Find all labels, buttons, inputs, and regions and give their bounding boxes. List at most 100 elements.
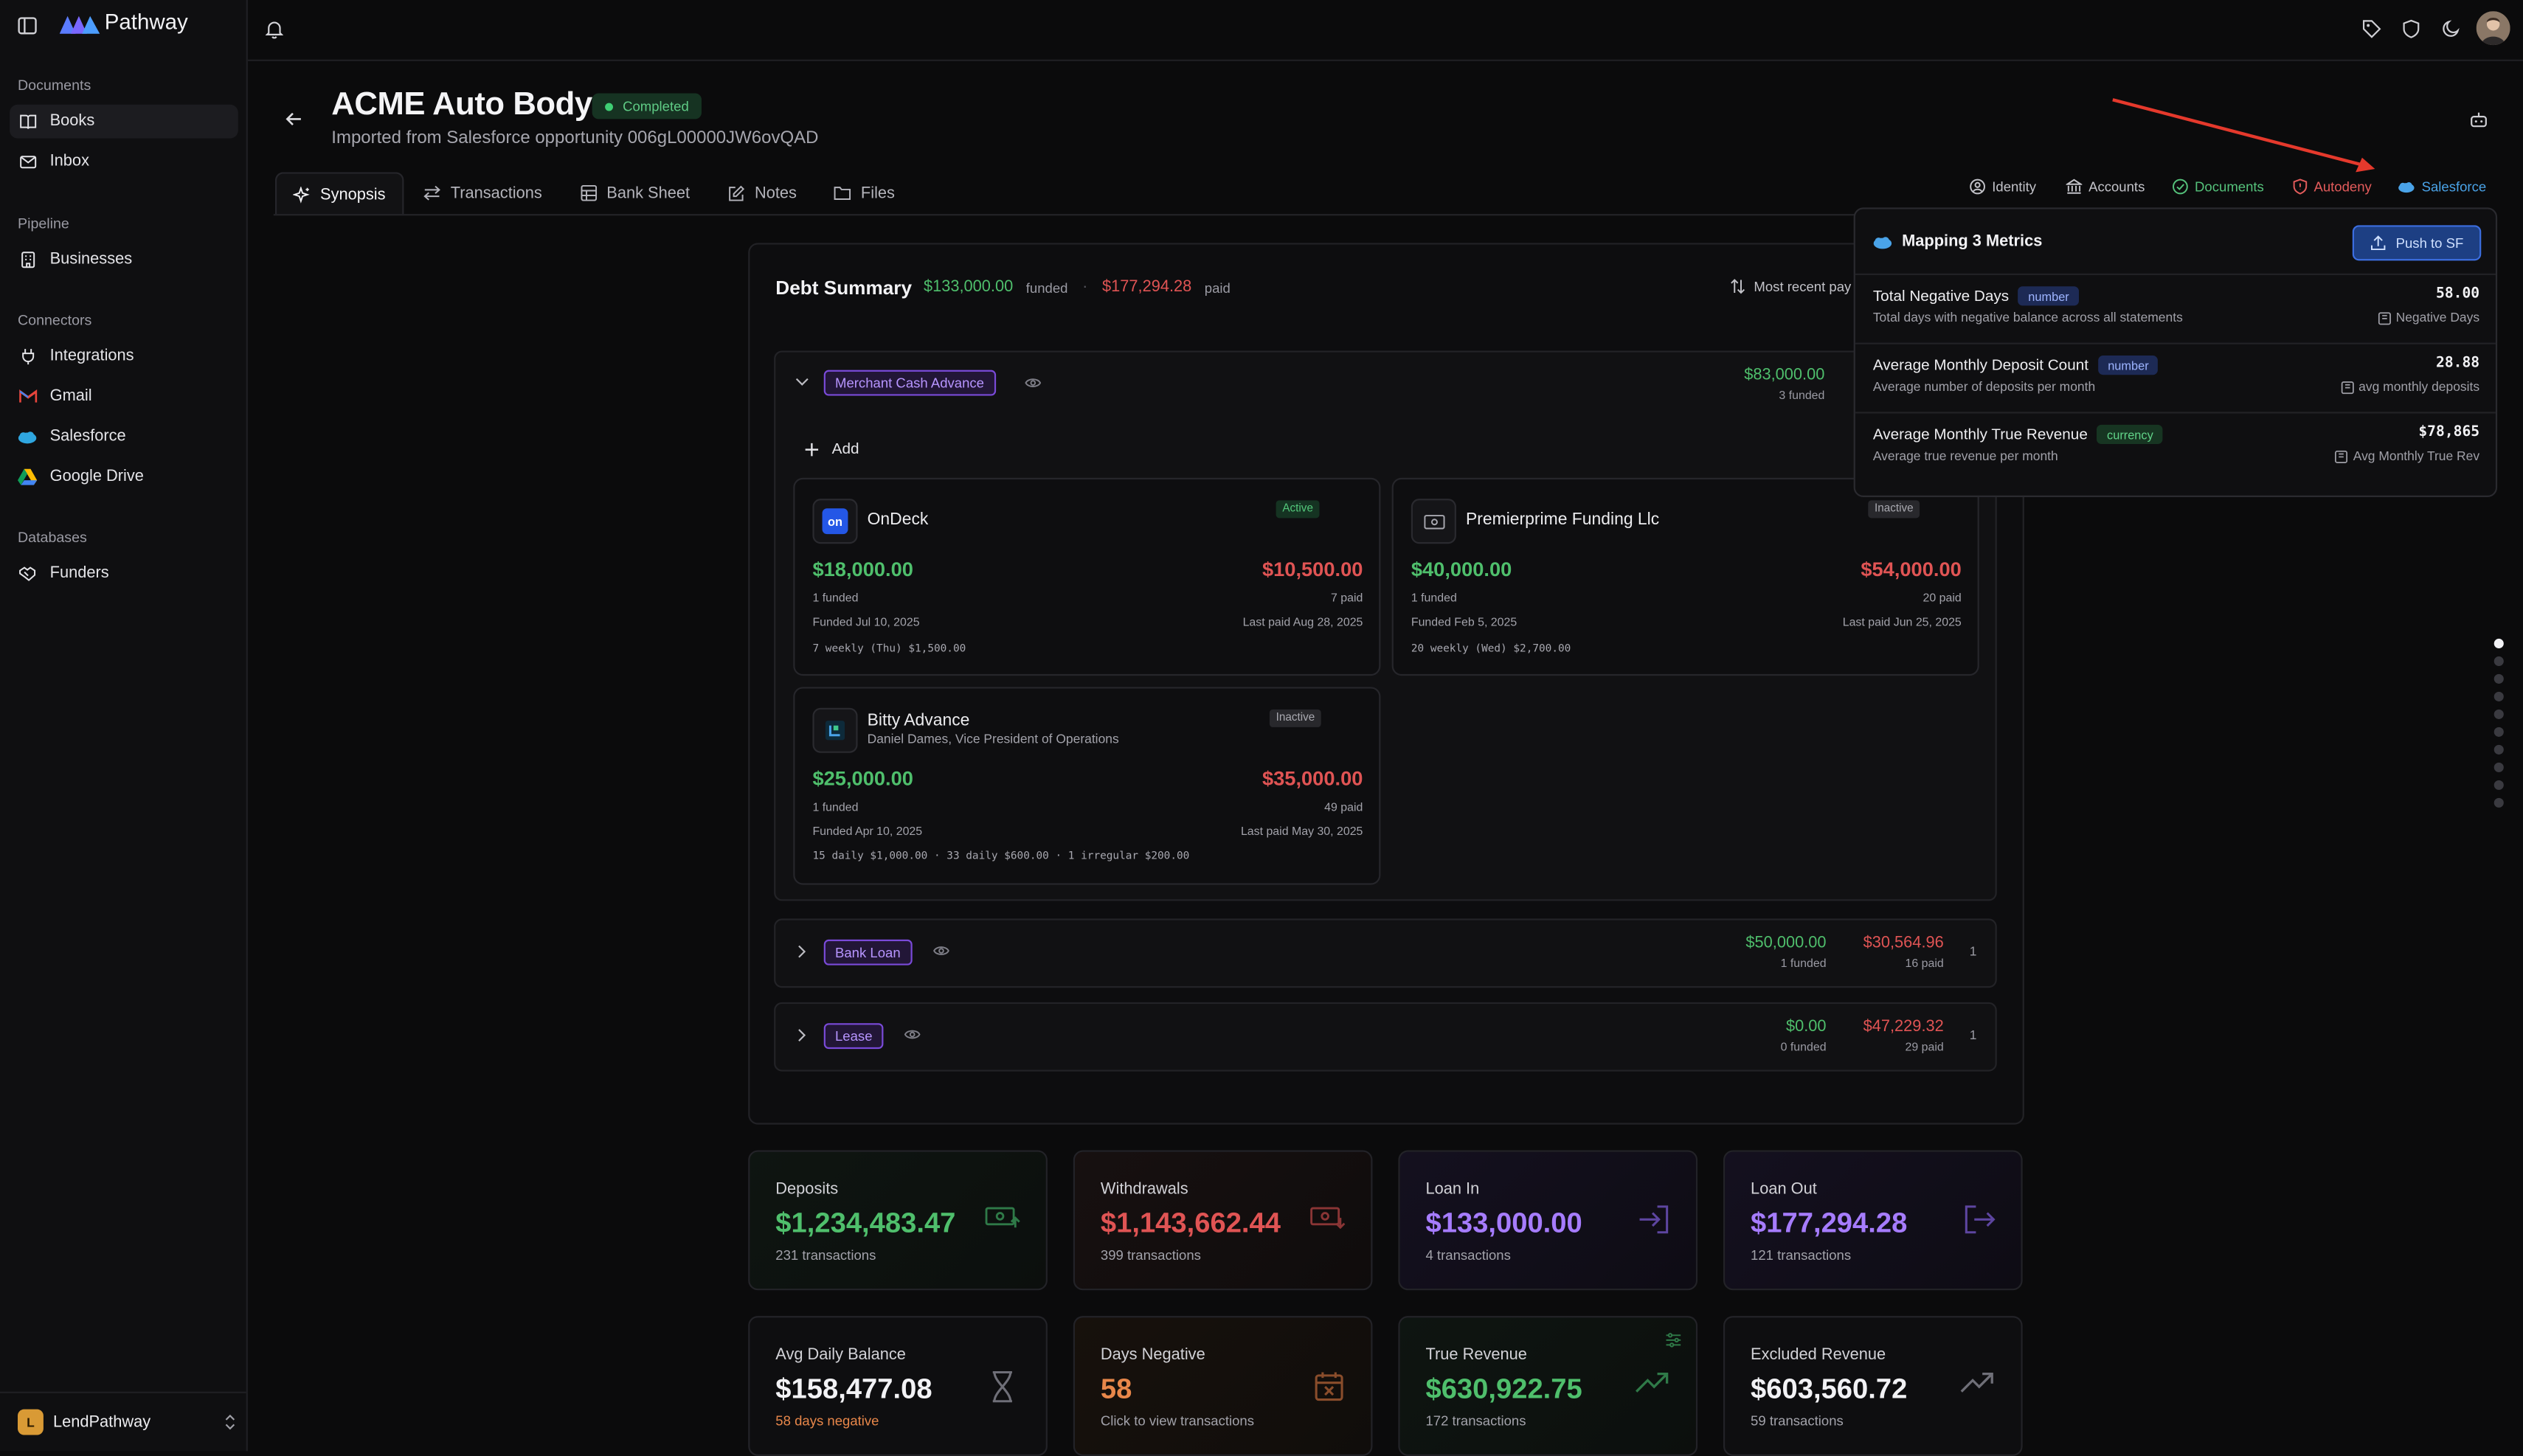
group-paid-sub: 29 paid — [1905, 1039, 1944, 1054]
stat-value: $177,294.28 — [1751, 1206, 1908, 1239]
chevron-right-icon[interactable] — [797, 944, 808, 959]
metric-sf-field: Negative Days — [2395, 310, 2480, 325]
stat-card-deposits[interactable]: Deposits $1,234,483.47 231 transactions — [748, 1150, 1048, 1291]
group-paid-summary: $47,229.32 29 paid — [1834, 1018, 1944, 1054]
sidebar-toggle-icon[interactable] — [18, 16, 37, 35]
stat-card-withdrawals[interactable]: Withdrawals $1,143,662.44 399 transactio… — [1073, 1150, 1373, 1291]
robot-icon[interactable] — [2470, 111, 2488, 128]
metric-row[interactable]: Average Monthly True Revenue currency Ave… — [1855, 412, 2496, 482]
funder-funded-date: Funded Apr 10, 2025 — [812, 823, 923, 839]
ondeck-logo: on — [812, 499, 858, 544]
pager-dot[interactable] — [2493, 638, 2504, 648]
plus-icon — [805, 443, 820, 457]
separator-dot: · — [1082, 278, 1088, 297]
group-funded-summary: $50,000.00 1 funded — [1706, 935, 1826, 970]
eye-icon[interactable] — [933, 944, 949, 957]
moon-icon[interactable] — [2443, 19, 2460, 37]
funder-card-premierprime[interactable]: Premierprime Funding Llc Inactive $40,00… — [1391, 477, 1979, 676]
funder-last-paid: Last paid May 30, 2025 — [1240, 823, 1363, 839]
stat-card-loan-in[interactable]: Loan In $133,000.00 4 transactions — [1398, 1150, 1698, 1291]
stat-card-excluded-revenue[interactable]: Excluded Revenue $603,560.72 59 transact… — [1723, 1316, 2023, 1456]
tab-transactions[interactable]: Transactions — [423, 172, 542, 214]
metric-row[interactable]: Total Negative Days number Total days wit… — [1855, 273, 2496, 344]
stat-card-true-revenue[interactable]: True Revenue $630,922.75 172 transaction… — [1398, 1316, 1698, 1456]
right-tab-label: Autodeny — [2313, 178, 2372, 195]
funder-paid-sub: 20 paid — [1922, 590, 1962, 606]
salesforce-icon — [2398, 181, 2415, 193]
group-funded: $0.00 — [1785, 1018, 1827, 1036]
sidebar-item-inbox[interactable]: Inbox — [10, 145, 238, 178]
sidebar-item-integrations[interactable]: Integrations — [10, 339, 238, 373]
stat-label: Excluded Revenue — [1751, 1346, 1886, 1365]
tab-bank-sheet[interactable]: Bank Sheet — [581, 172, 690, 214]
pager-dot[interactable] — [2493, 691, 2504, 701]
group-pill[interactable]: Merchant Cash Advance — [823, 370, 996, 396]
right-tab-documents[interactable]: Documents — [2173, 178, 2264, 195]
tab-label: Notes — [754, 184, 797, 202]
pager-dot[interactable] — [2493, 727, 2504, 737]
add-button[interactable]: Add — [805, 441, 859, 459]
funder-status: Active — [1276, 500, 1320, 519]
funder-funded: $40,000.00 — [1411, 558, 1512, 581]
funder-funded-sub: 1 funded — [812, 800, 859, 814]
stat-sub: 121 transactions — [1751, 1247, 1852, 1263]
pager-dot[interactable] — [2493, 673, 2504, 684]
eye-icon[interactable] — [1025, 376, 1042, 389]
sort-button[interactable]: Most recent pay — [1730, 278, 1851, 294]
bell-icon[interactable] — [265, 19, 283, 39]
group-pill[interactable]: Bank Loan — [823, 939, 912, 966]
tab-files[interactable]: Files — [834, 172, 895, 214]
sidebar-item-books[interactable]: Books — [10, 104, 238, 139]
sidebar-item-gmail[interactable]: Gmail — [10, 380, 238, 414]
eye-icon[interactable] — [904, 1028, 921, 1041]
org-name: LendPathway — [52, 1413, 151, 1432]
org-switcher[interactable]: L LendPathway — [17, 1407, 237, 1436]
right-tab-accounts[interactable]: Accounts — [2066, 178, 2145, 195]
log-in-icon — [1638, 1205, 1670, 1234]
sidebar-item-salesforce[interactable]: Salesforce — [10, 420, 238, 454]
pager-dot[interactable] — [2493, 797, 2504, 808]
stat-card-days-negative[interactable]: Days Negative 58 Click to view transacti… — [1073, 1316, 1373, 1456]
chevron-down-icon[interactable] — [795, 376, 809, 387]
sliders-icon[interactable] — [1665, 1332, 1681, 1348]
back-arrow-icon[interactable] — [285, 111, 302, 127]
pager-dot[interactable] — [2493, 709, 2504, 719]
sidebar-item-google-drive[interactable]: Google Drive — [10, 460, 238, 494]
funder-card-bitty-advance[interactable]: Bitty Advance Daniel Dames, Vice Preside… — [793, 687, 1381, 885]
right-tab-identity[interactable]: Identity — [1970, 178, 2036, 195]
pager-dot[interactable] — [2493, 780, 2504, 790]
group-pill[interactable]: Lease — [823, 1023, 884, 1050]
pager-dot[interactable] — [2493, 656, 2504, 666]
group-paid: $47,229.32 — [1863, 1018, 1944, 1036]
tag-icon[interactable] — [2362, 19, 2381, 38]
tab-notes[interactable]: Notes — [727, 172, 797, 214]
metric-row[interactable]: Average Monthly Deposit Count number Aver… — [1855, 342, 2496, 414]
funder-contact: Daniel Dames, Vice President of Operatio… — [867, 732, 1119, 747]
sidebar: Pathway Documents Books Inbox Pipeline B… — [0, 0, 248, 1452]
shield-icon[interactable] — [2402, 19, 2420, 38]
tab-divider — [273, 214, 2015, 216]
field-icon — [2341, 381, 2354, 394]
tab-synopsis[interactable]: Synopsis — [274, 172, 404, 216]
funder-card-ondeck[interactable]: on OnDeck Active $18,000.00 $10,500.00 1… — [793, 477, 1381, 676]
bitty-logo — [812, 707, 858, 753]
sidebar-item-businesses[interactable]: Businesses — [10, 243, 238, 277]
stat-sub: 399 transactions — [1100, 1247, 1201, 1263]
group-paid: $30,564.96 — [1863, 935, 1944, 953]
pager-dot[interactable] — [2493, 762, 2504, 772]
user-avatar[interactable] — [2476, 11, 2510, 46]
push-to-sf-button[interactable]: Push to SF — [2352, 225, 2482, 261]
stat-value: $1,143,662.44 — [1100, 1206, 1281, 1239]
cash-icon — [1411, 499, 1456, 544]
sidebar-item-funders[interactable]: Funders — [10, 557, 238, 591]
chevron-right-icon[interactable] — [797, 1028, 808, 1043]
stat-card-loan-out[interactable]: Loan Out $177,294.28 121 transactions — [1723, 1150, 2023, 1291]
field-icon — [2378, 311, 2391, 325]
stat-card-avg-daily-balance[interactable]: Avg Daily Balance $158,477.08 58 days ne… — [748, 1316, 1048, 1456]
pager-dot[interactable] — [2493, 744, 2504, 755]
sidebar-item-label: Businesses — [49, 251, 133, 269]
right-tab-autodeny[interactable]: Autodeny — [2293, 178, 2372, 195]
right-tab-salesforce[interactable]: Salesforce — [2398, 178, 2486, 195]
group-count: 1 — [1969, 1027, 1977, 1043]
stat-label: Withdrawals — [1100, 1180, 1188, 1199]
